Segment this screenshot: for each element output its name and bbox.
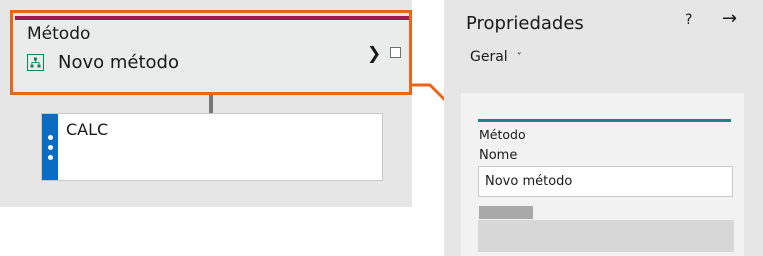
chevron-down-icon: ˅ [516, 51, 522, 63]
redacted-label [479, 206, 533, 219]
name-input[interactable] [478, 166, 733, 197]
properties-panel: Propriedades ? → Geral ˅ Método Nome [444, 0, 763, 256]
properties-section: Método Nome [461, 93, 744, 256]
section-header: Método [479, 127, 526, 142]
tab-geral[interactable]: Geral ˅ [470, 49, 522, 65]
help-icon[interactable]: ? [685, 12, 692, 28]
panel-title: Propriedades [466, 13, 584, 34]
section-accent-bar [478, 119, 731, 122]
name-field-label: Nome [479, 148, 518, 163]
tab-geral-label: Geral [470, 49, 508, 65]
close-arrow-icon[interactable]: → [722, 8, 737, 29]
disabled-field [478, 220, 734, 252]
